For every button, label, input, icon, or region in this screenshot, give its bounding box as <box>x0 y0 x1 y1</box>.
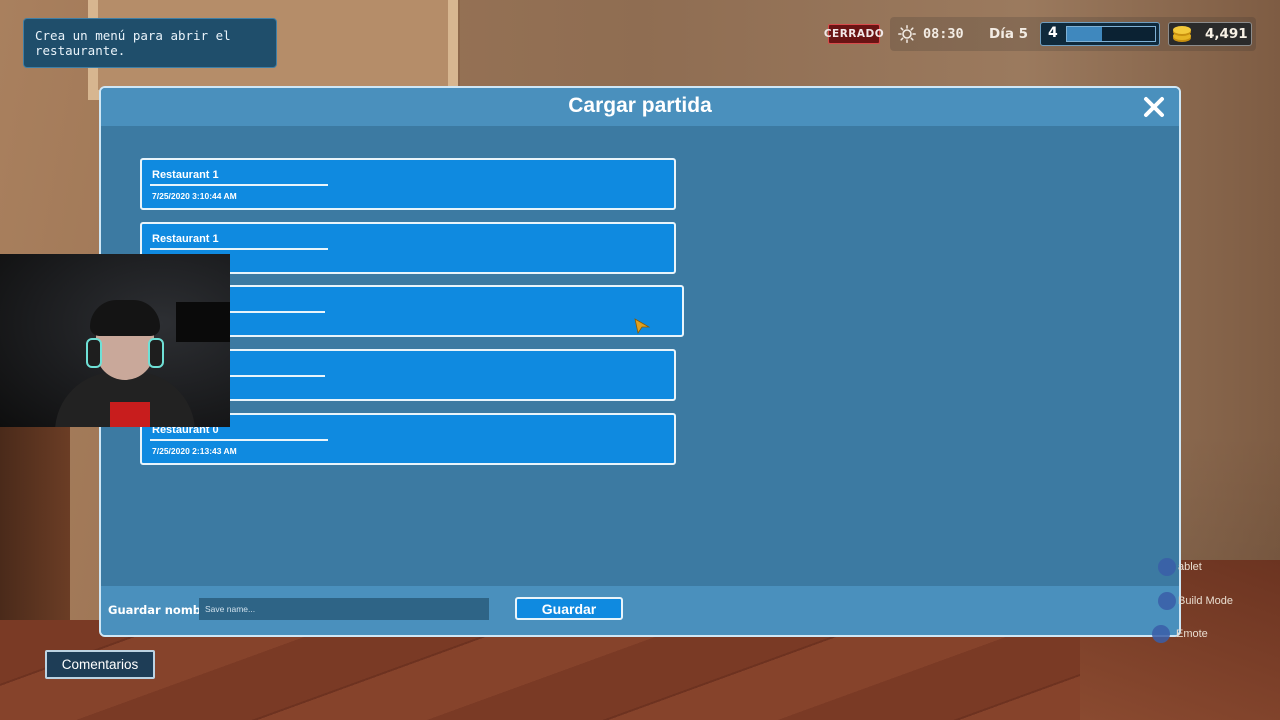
hint-tablet: ablet <box>1178 561 1202 573</box>
restaurant-status-badge: CERRADO <box>824 24 884 44</box>
save-button[interactable]: Guardar <box>515 597 623 620</box>
dialog-footer: Guardar nombre: Guardar <box>101 586 1179 635</box>
save-slot-divider <box>150 439 328 441</box>
objective-banner: Crea un menú para abrir el restaurante. <box>23 18 277 68</box>
player-level: 4 <box>1048 25 1058 41</box>
emote-key-icon <box>1152 625 1170 643</box>
save-slot-name: Restaurant 1 <box>152 233 219 245</box>
comments-button[interactable]: Comentarios <box>45 650 155 679</box>
build-mode-key-icon <box>1158 592 1176 610</box>
game-day: Día 5 <box>989 26 1029 42</box>
hint-build-mode: Build Mode <box>1178 595 1234 607</box>
save-slot-divider <box>150 184 328 186</box>
mouse-cursor-icon <box>634 318 650 334</box>
xp-progress-bar <box>1066 26 1156 42</box>
webcam-person-hair <box>90 300 160 336</box>
webcam-microphone <box>110 402 150 427</box>
dialog-title: Cargar partida <box>568 94 712 117</box>
webcam-overlay <box>0 254 230 427</box>
sun-icon <box>898 25 916 43</box>
game-time: 08:30 <box>923 26 964 42</box>
xp-progress-fill <box>1067 27 1103 41</box>
tablet-key-icon <box>1158 558 1176 576</box>
webcam-monitor <box>176 302 230 342</box>
save-slot-divider <box>150 248 328 250</box>
headset-icon <box>148 338 164 368</box>
hint-emote: Emote <box>1176 628 1208 640</box>
close-icon[interactable] <box>1143 96 1165 118</box>
coin-count: 4,491 <box>1205 26 1248 42</box>
save-slot-date: 7/25/2020 2:13:43 AM <box>152 446 237 456</box>
save-slot[interactable]: Restaurant 1 7/25/2020 3:10:44 AM <box>140 158 676 210</box>
save-name-input[interactable] <box>199 598 489 620</box>
load-game-dialog: Cargar partida Restaurant 1 7/25/2020 3:… <box>99 86 1181 637</box>
coins-icon <box>1173 26 1191 42</box>
save-slot-date: 7/25/2020 3:10:44 AM <box>152 191 237 201</box>
save-slot-name: Restaurant 1 <box>152 169 219 181</box>
headset-icon <box>86 338 102 368</box>
